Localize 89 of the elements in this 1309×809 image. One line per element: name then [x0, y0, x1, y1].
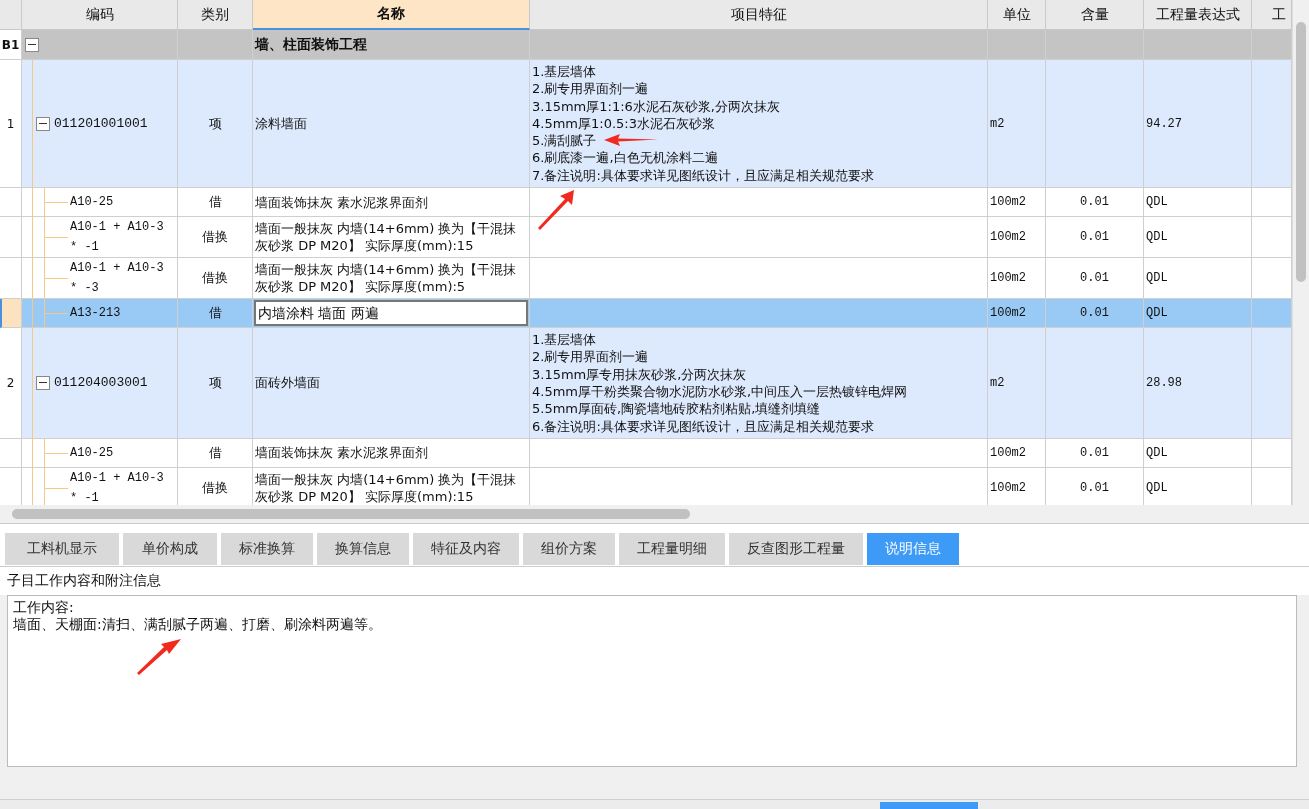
code-text: A10-1 + A10-3 * -1 — [70, 219, 165, 257]
expression-text: 28.98 — [1146, 375, 1182, 390]
feature-line: 2.刷专用界面剂一遍 — [532, 80, 649, 98]
quantity-text: 0.01 — [1080, 195, 1109, 210]
collapse-toggle-icon[interactable] — [36, 375, 50, 390]
feature-line: 6.备注说明:具体要求详见图纸设计，且应满足相关规范要求 — [532, 417, 874, 435]
column-header[interactable]: 单位 — [988, 0, 1046, 30]
code-text: 011201001001 — [54, 114, 148, 133]
annotation-arrow — [538, 190, 576, 230]
tab[interactable]: 标准换算 — [221, 533, 313, 565]
quantity-text: 0.01 — [1080, 306, 1109, 321]
row-number: 2 — [0, 328, 22, 439]
unit-text: 100m2 — [990, 445, 1026, 460]
tab[interactable]: 工料机显示 — [5, 533, 119, 565]
feature-line: 4.5mm厚1:0.5:3水泥石灰砂浆 — [532, 114, 715, 133]
type-text: 项 — [208, 114, 222, 133]
name-text: 墙、柱面装饰工程 — [255, 36, 367, 53]
type-text: 借换 — [202, 478, 228, 497]
column-header[interactable]: 项目特征 — [530, 0, 988, 30]
feature-line: 5.5mm厚面砖,陶瓷墙地砖胶粘剂粘贴,填缝剂填缝 — [532, 400, 821, 418]
collapse-toggle-icon[interactable] — [36, 116, 50, 131]
type-text: 借 — [208, 443, 222, 462]
expression-text: QDL — [1146, 480, 1168, 495]
code-text: A10-25 — [70, 194, 115, 212]
unit-text: 100m2 — [990, 195, 1026, 210]
expression-text: 94.27 — [1146, 116, 1182, 131]
annotation-arrow — [137, 639, 183, 675]
expression-text: QDL — [1146, 306, 1168, 321]
column-header[interactable]: 编码 — [22, 0, 178, 30]
type-text: 项 — [208, 373, 222, 392]
feature-line: 1.基层墙体 — [532, 331, 597, 349]
tab[interactable]: 换算信息 — [317, 533, 409, 565]
feature-line: 4.5mm厚干粉类聚合物水泥防水砂浆,中间压入一层热镀锌电焊网 — [532, 382, 908, 401]
code-text: 011204003001 — [54, 373, 148, 392]
column-header[interactable]: 工程量表达式 — [1144, 0, 1252, 30]
tab[interactable]: 反查图形工程量 — [729, 533, 863, 565]
unit-text: m2 — [990, 375, 1005, 390]
expression-text: QDL — [1146, 271, 1168, 286]
column-header[interactable]: 名称 — [253, 0, 530, 30]
quantity-text: 0.01 — [1080, 445, 1109, 460]
unit-text: 100m2 — [990, 230, 1026, 245]
name-text: 墙面一般抹灰 内墙(14+6mm) 换为【干混抹灰砂浆 DP M20】 实际厚度(mm):15 — [255, 220, 518, 255]
feature-line: 3.15mm厚1:1:6水泥石灰砂浆,分两次抹灰 — [532, 97, 780, 115]
tab[interactable]: 工程量明细 — [619, 533, 725, 565]
name-text: 面砖外墙面 — [255, 374, 320, 392]
name-text: 涂料墙面 — [255, 115, 307, 133]
type-text: 借 — [208, 193, 222, 212]
feature-line: 3.15mm厚专用抹灰砂浆,分两次抹灰 — [532, 365, 747, 383]
type-text: 借换 — [202, 269, 228, 288]
column-header[interactable]: 含量 — [1046, 0, 1144, 30]
collapse-toggle-icon[interactable] — [25, 37, 39, 52]
tab[interactable]: 单价构成 — [123, 533, 217, 565]
vertical-scrollbar[interactable] — [1292, 0, 1309, 505]
unit-text: 100m2 — [990, 306, 1026, 321]
name-text: 墙面一般抹灰 内墙(14+6mm) 换为【干混抹灰砂浆 DP M20】 实际厚度(mm):15 — [255, 470, 518, 505]
feature-line: 7.备注说明:具体要求详见图纸设计，且应满足相关规范要求 — [532, 166, 874, 185]
feature-line: 1.基层墙体 — [532, 63, 597, 81]
name-text: 墙面装饰抹灰 素水泥浆界面剂 — [255, 193, 429, 211]
column-header[interactable]: 工 — [1252, 0, 1292, 30]
tab[interactable]: 特征及内容 — [413, 533, 519, 565]
unit-text: 100m2 — [990, 271, 1026, 286]
type-text: 借 — [208, 304, 222, 323]
panel-title: 子目工作内容和附注信息 — [0, 567, 1309, 595]
name-input-field[interactable]: 内墙涂料 墙面 两遍 — [254, 300, 528, 327]
annotation-arrow — [604, 134, 658, 146]
code-text: A10-1 + A10-3 * -3 — [70, 260, 165, 298]
unit-text: 100m2 — [990, 480, 1026, 495]
code-text: A10-25 — [70, 444, 115, 462]
expression-text: QDL — [1146, 230, 1168, 245]
feature-line: 6.刷底漆一遍,白色无机涂料二遍 — [532, 149, 718, 167]
type-text: 借换 — [202, 228, 228, 247]
info-line: 工作内容: — [13, 599, 75, 616]
name-text: 墙面一般抹灰 内墙(14+6mm) 换为【干混抹灰砂浆 DP M20】 实际厚度(mm):5 — [255, 261, 518, 296]
code-text: A13-213 — [70, 305, 122, 323]
feature-line: 5.满刮腻子 — [532, 132, 597, 150]
column-header[interactable]: 类别 — [178, 0, 253, 30]
quantity-text: 0.01 — [1080, 230, 1109, 245]
quantity-text: 0.01 — [1080, 271, 1109, 286]
code-text: A10-1 + A10-3 * -1 — [70, 469, 165, 505]
tab[interactable]: 组价方案 — [523, 533, 615, 565]
info-line: 墙面、天棚面:清扫、满刮腻子两遍、打磨、刷涂料两遍等。 — [13, 616, 383, 633]
expression-text: QDL — [1146, 445, 1168, 460]
expression-text: QDL — [1146, 195, 1168, 210]
quantity-text: 0.01 — [1080, 480, 1109, 495]
feature-line: 2.刷专用界面剂一遍 — [532, 348, 649, 366]
name-text: 墙面装饰抹灰 素水泥浆界面剂 — [255, 444, 429, 462]
row-number: B1 — [0, 30, 22, 60]
unit-text: m2 — [990, 116, 1005, 131]
row-number: 1 — [0, 60, 22, 189]
